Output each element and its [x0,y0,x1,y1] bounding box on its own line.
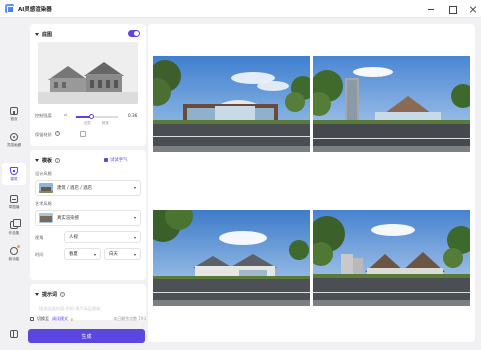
result-image-2[interactable] [313,56,470,152]
debug-mode-link[interactable]: 调试模式 [52,316,68,322]
art-style-thumbnail [39,213,53,223]
prompt-header[interactable]: 提示词 ? [35,291,66,298]
result-image-4[interactable] [313,210,470,306]
home-icon [10,106,18,115]
help-icon[interactable]: ? [60,292,66,297]
template-title: 模板 [42,158,53,164]
view-select[interactable]: 人视 [64,231,141,243]
base-image-card: 底图 控制强度 ⇄ 创意 精准 0.36 保留材质 ? [30,24,146,146]
view-value: 人视 [69,235,78,240]
design-style-label: 设计风格 [35,171,52,176]
portfolio-icon [10,218,21,229]
base-image-title: 底图 [42,32,53,38]
season-select[interactable]: 春夏 [64,248,101,260]
result-image-3[interactable] [153,210,310,306]
app-title: AI灵感渲染器 [18,6,52,13]
render-image [153,210,310,306]
rail-item-portfolio[interactable]: 作品集 [0,217,28,239]
art-style-label: 艺术风格 [35,201,52,206]
generate-button[interactable]: 生成 [28,329,145,343]
control-strength-label: 控制强度 [35,113,52,118]
rail-label: 首页 [10,116,18,121]
control-strength-slider[interactable] [76,114,118,119]
base-image-header[interactable]: 底图 [35,31,52,38]
design-style-value: 建筑 / 酒店 / 酒店 [57,186,92,191]
season-value: 春夏 [69,252,78,257]
dice-icon [104,158,108,162]
rail-label: 灵感画廊 [6,142,22,147]
art-style-value: 真实渲染感 [57,216,79,221]
compass-icon [10,132,18,141]
result-gallery [148,24,475,342]
switch-icon [30,317,34,321]
new-feature-icon [10,244,20,255]
minimize-icon[interactable] [427,5,435,13]
keep-material-checkbox[interactable] [80,131,86,137]
maximize-icon[interactable] [448,5,457,14]
prompt-title: 提示词 [42,292,58,298]
render-image [313,56,470,152]
rail-label: 作品集 [8,230,20,235]
result-image-1[interactable] [153,56,310,152]
rail-label: 草图编 [8,204,20,209]
keep-material-label: 保留材质 [35,132,52,137]
close-icon[interactable] [469,5,477,13]
base-sketch-image [38,42,138,104]
try-luck-link[interactable]: 试试手气 [104,157,128,163]
window-controls [427,0,477,18]
render-image [153,56,310,152]
daytime-select[interactable]: 白天 [104,248,141,260]
sidebar-toggle-icon [10,330,18,338]
view-label: 视角 [35,235,44,240]
chevron-down-icon [134,186,136,189]
rail-item-new-feature[interactable]: 新功能 [0,243,28,265]
chevron-down-icon [94,253,96,256]
mode-switch-label: 切换至 [37,316,49,321]
collapse-caret-icon [35,33,39,36]
template-card: 模板 ? 试试手气 设计风格 建筑 / 酒店 / 酒店 艺术风格 真实渲染感 视… [30,150,146,280]
control-strength-knob[interactable] [88,114,94,119]
mode-row: 切换至 调试模式 ♛ 本日剩余次数 193 [30,314,146,324]
rail-label: 建筑 [10,176,18,181]
app-logo-icon [5,4,14,13]
crown-icon: ♛ [70,316,74,322]
rail-label: 新功能 [8,256,20,261]
design-style-thumbnail [39,183,53,193]
rail-item-gallery[interactable]: 灵感画廊 [0,129,28,151]
time-label: 时间 [35,252,44,257]
rail-item-building[interactable]: 建筑 [2,163,26,185]
control-strength-value: 0.36 [128,113,138,118]
art-style-select[interactable]: 真实渲染感 [35,210,141,226]
slider-right-tick: 精准 [102,121,109,125]
base-image-toggle[interactable] [128,30,140,37]
base-image-thumbnail[interactable] [38,42,138,104]
sidebar-toggle-button[interactable] [0,323,28,345]
chevron-down-icon [134,236,136,239]
title-bar: AI灵感渲染器 [0,0,481,18]
collapse-caret-icon [35,159,39,162]
slider-left-tick: 创意 [84,121,91,125]
swap-icon[interactable]: ⇄ [64,112,68,117]
render-image [313,210,470,306]
building-icon [10,166,18,175]
prompt-input[interactable]: 描述画面内容,例如:现代高层建筑 [39,306,100,312]
chevron-down-icon [134,216,136,219]
sketch-edit-icon [10,194,18,203]
template-header[interactable]: 模板 ? [35,157,61,164]
design-style-select[interactable]: 建筑 / 酒店 / 酒店 [35,180,141,196]
nav-rail: 首页 灵感画廊 建筑 草图编 作品集 新功能 [0,19,28,350]
daytime-value: 白天 [109,252,118,257]
rail-item-home[interactable]: 首页 [0,103,28,125]
settings-panel: 底图 控制强度 ⇄ 创意 精准 0.36 保留材质 ? 模板 ? 试试手气 设计… [30,24,146,320]
chevron-down-icon [134,253,136,256]
try-luck-label: 试试手气 [110,158,128,163]
help-icon[interactable]: ? [55,158,61,163]
collapse-caret-icon [35,293,39,296]
help-icon[interactable]: ? [55,131,60,136]
daily-quota-text: 本日剩余次数 193 [113,316,146,321]
rail-item-sketch-edit[interactable]: 草图编 [0,191,28,213]
